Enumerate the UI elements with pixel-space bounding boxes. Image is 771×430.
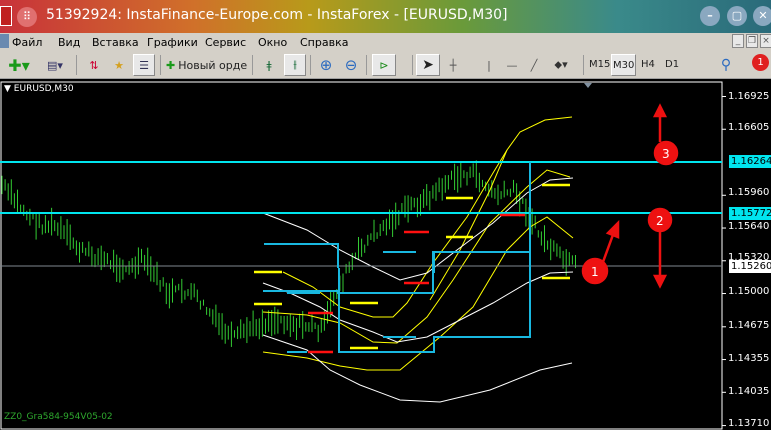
box-line [264, 243, 339, 268]
marker-1-label: 1 [591, 265, 599, 279]
price-bars [1, 160, 576, 347]
price-tick: 1.15640 [728, 221, 770, 232]
box-line [263, 251, 530, 294]
price-tick: 1.15960 [728, 187, 770, 198]
arrowhead [652, 103, 668, 118]
price-tick: 1.16605 [728, 122, 770, 133]
arrowhead [652, 274, 668, 289]
arrow-up-right [601, 231, 616, 263]
price-tick: 1.14675 [728, 320, 770, 331]
level-tag-2: 1.15772 [729, 207, 771, 220]
chart-shift-marker[interactable] [584, 83, 592, 88]
envelope-white-upper [262, 177, 574, 281]
bid-price-tag: 1.15260 [729, 260, 771, 273]
symbol-text: EURUSD,M30 [13, 84, 74, 94]
price-tick: 1.16925 [728, 91, 770, 102]
indicator-label: ZZ0_Gra584-954V05-02 [4, 412, 113, 422]
marker-2-label: 2 [656, 214, 664, 228]
price-tick: 1.14035 [728, 386, 770, 397]
price-tick: 1.13710 [728, 418, 770, 429]
price-chart[interactable]: 1 2 3 [0, 0, 771, 430]
price-tick: 1.14355 [728, 353, 770, 364]
marker-3-label: 3 [662, 147, 670, 161]
arrowhead [605, 219, 620, 239]
level-tag-1: 1.16264 [729, 155, 771, 168]
price-tick: 1.15000 [728, 286, 770, 297]
envelope-white-lower [262, 334, 573, 403]
symbol-label: ▼ EURUSD,M30 [4, 84, 74, 94]
